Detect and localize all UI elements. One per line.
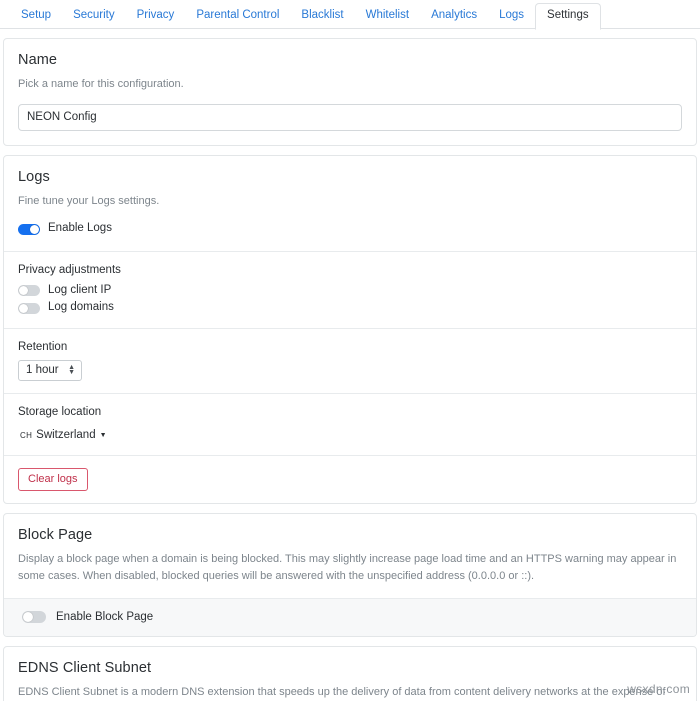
retention-select[interactable]: 1 hour xyxy=(18,360,82,381)
retention-select-wrapper: 1 hour ▲ ▼ xyxy=(18,360,82,381)
enable-block-page-switch[interactable] xyxy=(22,611,46,623)
log-domains-switch[interactable] xyxy=(18,303,40,314)
settings-page: Setup Security Privacy Parental Control … xyxy=(0,0,700,701)
tab-security[interactable]: Security xyxy=(62,10,126,30)
edns-section-title: EDNS Client Subnet xyxy=(18,660,682,676)
switch-knob-icon xyxy=(23,612,33,622)
main-tab-bar: Setup Security Privacy Parental Control … xyxy=(0,0,700,29)
privacy-adjustments-label: Privacy adjustments xyxy=(18,264,682,276)
logs-card: Logs Fine tune your Logs settings. Enabl… xyxy=(3,155,697,504)
tab-setup[interactable]: Setup xyxy=(10,10,62,30)
logs-card-header: Logs Fine tune your Logs settings. Enabl… xyxy=(4,156,696,251)
clear-logs-button[interactable]: Clear logs xyxy=(18,468,88,491)
logs-section-title: Logs xyxy=(18,169,682,185)
name-card-body: Name Pick a name for this configuration. xyxy=(4,39,696,145)
country-name-label: Switzerland xyxy=(36,429,95,441)
storage-location-label: Storage location xyxy=(18,406,682,418)
caret-down-icon: ▼ xyxy=(100,432,107,439)
clear-logs-row: Clear logs xyxy=(4,455,696,503)
storage-location-dropdown[interactable]: CH Switzerland ▼ xyxy=(18,428,109,442)
retention-label: Retention xyxy=(18,341,682,353)
log-client-ip-label: Log client IP xyxy=(48,285,111,297)
edns-client-subnet-card: EDNS Client Subnet EDNS Client Subnet is… xyxy=(3,646,697,701)
logs-section-description: Fine tune your Logs settings. xyxy=(18,193,682,210)
tab-settings[interactable]: Settings xyxy=(535,3,601,31)
name-card: Name Pick a name for this configuration. xyxy=(3,38,697,146)
enable-logs-label: Enable Logs xyxy=(48,223,112,235)
configuration-name-input[interactable] xyxy=(18,104,682,131)
settings-content: Name Pick a name for this configuration.… xyxy=(0,29,700,701)
block-page-card-body: Block Page Display a block page when a d… xyxy=(4,514,696,598)
switch-knob-icon xyxy=(19,304,28,313)
retention-row: Retention 1 hour ▲ ▼ xyxy=(4,328,696,393)
enable-block-page-label: Enable Block Page xyxy=(56,612,153,624)
tab-parental-control[interactable]: Parental Control xyxy=(185,10,290,30)
tab-privacy[interactable]: Privacy xyxy=(126,10,186,30)
edns-section-description: EDNS Client Subnet is a modern DNS exten… xyxy=(18,684,682,701)
tab-logs[interactable]: Logs xyxy=(488,10,535,30)
site-watermark: wsxdn.com xyxy=(627,682,690,696)
log-domains-toggle-row[interactable]: Log domains xyxy=(18,300,682,316)
log-client-ip-switch[interactable] xyxy=(18,285,40,296)
block-page-card: Block Page Display a block page when a d… xyxy=(3,513,697,637)
block-page-footer: Enable Block Page xyxy=(4,598,696,636)
country-code-label: CH xyxy=(20,431,32,440)
tab-analytics[interactable]: Analytics xyxy=(420,10,488,30)
privacy-adjustments-row: Privacy adjustments Log client IP Log do… xyxy=(4,251,696,328)
log-domains-label: Log domains xyxy=(48,302,114,314)
enable-logs-toggle-row[interactable]: Enable Logs xyxy=(18,221,682,237)
tab-whitelist[interactable]: Whitelist xyxy=(355,10,420,30)
enable-block-page-toggle-row[interactable]: Enable Block Page xyxy=(22,609,682,625)
enable-logs-switch[interactable] xyxy=(18,224,40,235)
switch-knob-icon xyxy=(30,225,39,234)
storage-location-row: Storage location CH Switzerland ▼ xyxy=(4,393,696,455)
name-section-title: Name xyxy=(18,52,682,68)
edns-card-body: EDNS Client Subnet EDNS Client Subnet is… xyxy=(4,647,696,701)
log-client-ip-toggle-row[interactable]: Log client IP xyxy=(18,283,682,299)
tab-blacklist[interactable]: Blacklist xyxy=(290,10,354,30)
block-page-section-description: Display a block page when a domain is be… xyxy=(18,551,682,584)
switch-knob-icon xyxy=(19,286,28,295)
block-page-section-title: Block Page xyxy=(18,527,682,543)
name-section-description: Pick a name for this configuration. xyxy=(18,76,682,93)
